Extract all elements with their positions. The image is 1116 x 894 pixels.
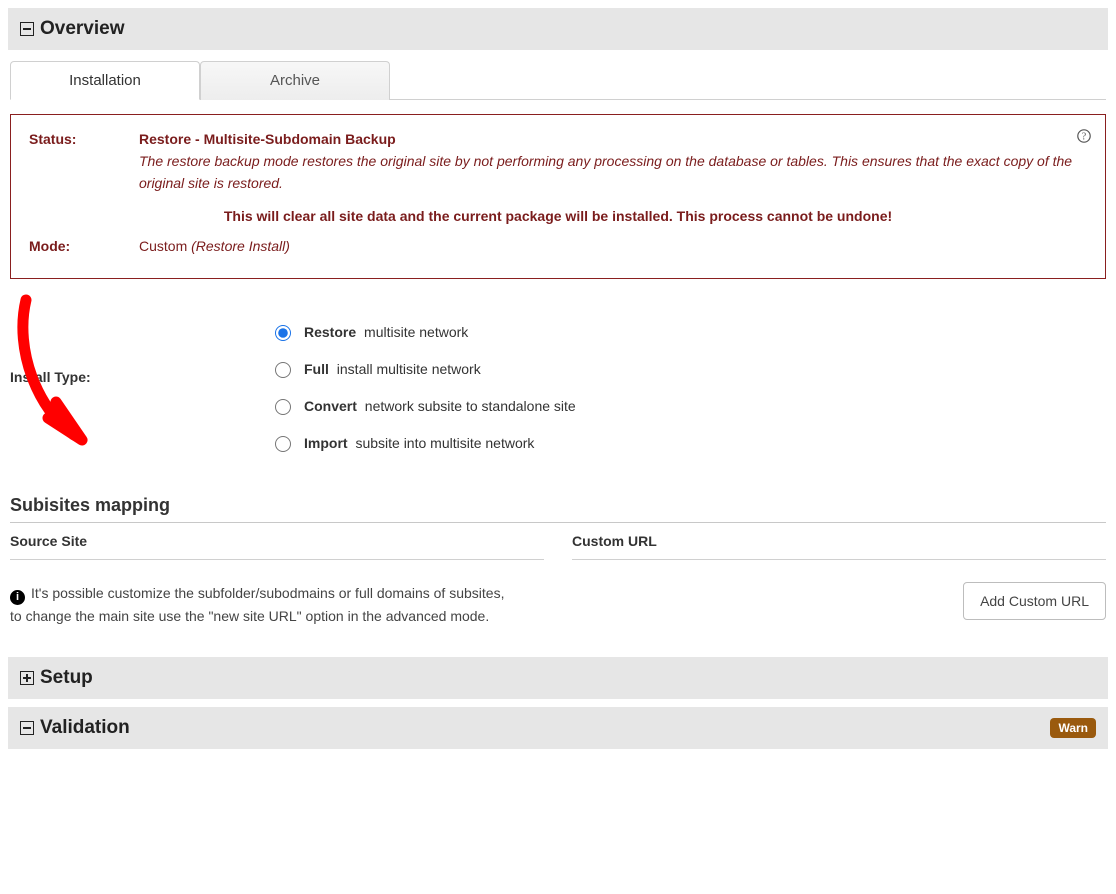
column-custom-url: Custom URL [572, 533, 1106, 560]
install-option-text: multisite network [360, 324, 468, 340]
install-option-bold: Full [304, 361, 329, 377]
setup-panel-header[interactable]: Setup [8, 657, 1108, 699]
status-box: ? Status: Restore - Multisite-Subdomain … [10, 114, 1106, 279]
install-option-bold: Convert [304, 398, 357, 414]
overview-panel-header[interactable]: Overview [8, 8, 1108, 50]
overview-panel-body: Installation Archive ? Status: Restore -… [8, 50, 1108, 649]
status-label: Status: [29, 131, 139, 194]
install-option-text: install multisite network [333, 361, 481, 377]
validation-panel-header[interactable]: Validation Warn [8, 707, 1108, 749]
info-icon: i [10, 590, 25, 605]
column-source-site: Source Site [10, 533, 544, 560]
status-title: Restore - Multisite-Subdomain Backup [139, 131, 1087, 147]
install-option-import[interactable]: Import subsite into multisite network [270, 424, 576, 461]
status-description: The restore backup mode restores the ori… [139, 151, 1087, 194]
status-warning: This will clear all site data and the cu… [29, 208, 1087, 224]
svg-text:?: ? [1082, 132, 1087, 143]
install-option-convert[interactable]: Convert network subsite to standalone si… [270, 387, 576, 424]
install-option-text: network subsite to standalone site [361, 398, 576, 414]
overview-tabs: Installation Archive [10, 60, 1106, 100]
install-type-block: Install Type: Restore multisite networkF… [10, 313, 1106, 461]
subsites-hint: iIt's possible customize the subfolder/s… [10, 582, 504, 628]
collapse-icon [20, 22, 34, 36]
subsites-mapping: Subisites mapping Source Site Custom URL… [10, 495, 1106, 628]
install-option-restore[interactable]: Restore multisite network [270, 313, 576, 350]
validation-warn-badge: Warn [1050, 718, 1096, 738]
expand-icon [20, 671, 34, 685]
setup-title: Setup [40, 667, 93, 689]
install-option-full[interactable]: Full install multisite network [270, 350, 576, 387]
install-radio-full[interactable] [275, 362, 291, 378]
validation-title: Validation [40, 717, 130, 739]
tab-installation[interactable]: Installation [10, 61, 200, 100]
install-option-bold: Restore [304, 324, 356, 340]
mode-label: Mode: [29, 238, 139, 254]
help-icon[interactable]: ? [1077, 129, 1091, 146]
install-type-label: Install Type: [10, 313, 270, 385]
overview-title: Overview [40, 18, 125, 40]
tab-archive[interactable]: Archive [200, 61, 390, 100]
subsites-heading: Subisites mapping [10, 495, 1106, 523]
mode-note: (Restore Install) [191, 238, 290, 254]
install-radio-import[interactable] [275, 436, 291, 452]
collapse-icon [20, 721, 34, 735]
mode-value: Custom [139, 238, 187, 254]
add-custom-url-button[interactable]: Add Custom URL [963, 582, 1106, 620]
install-option-bold: Import [304, 435, 348, 451]
install-radio-convert[interactable] [275, 399, 291, 415]
install-option-text: subsite into multisite network [352, 435, 535, 451]
install-radio-restore[interactable] [275, 325, 291, 341]
install-type-options: Restore multisite networkFull install mu… [270, 313, 576, 461]
